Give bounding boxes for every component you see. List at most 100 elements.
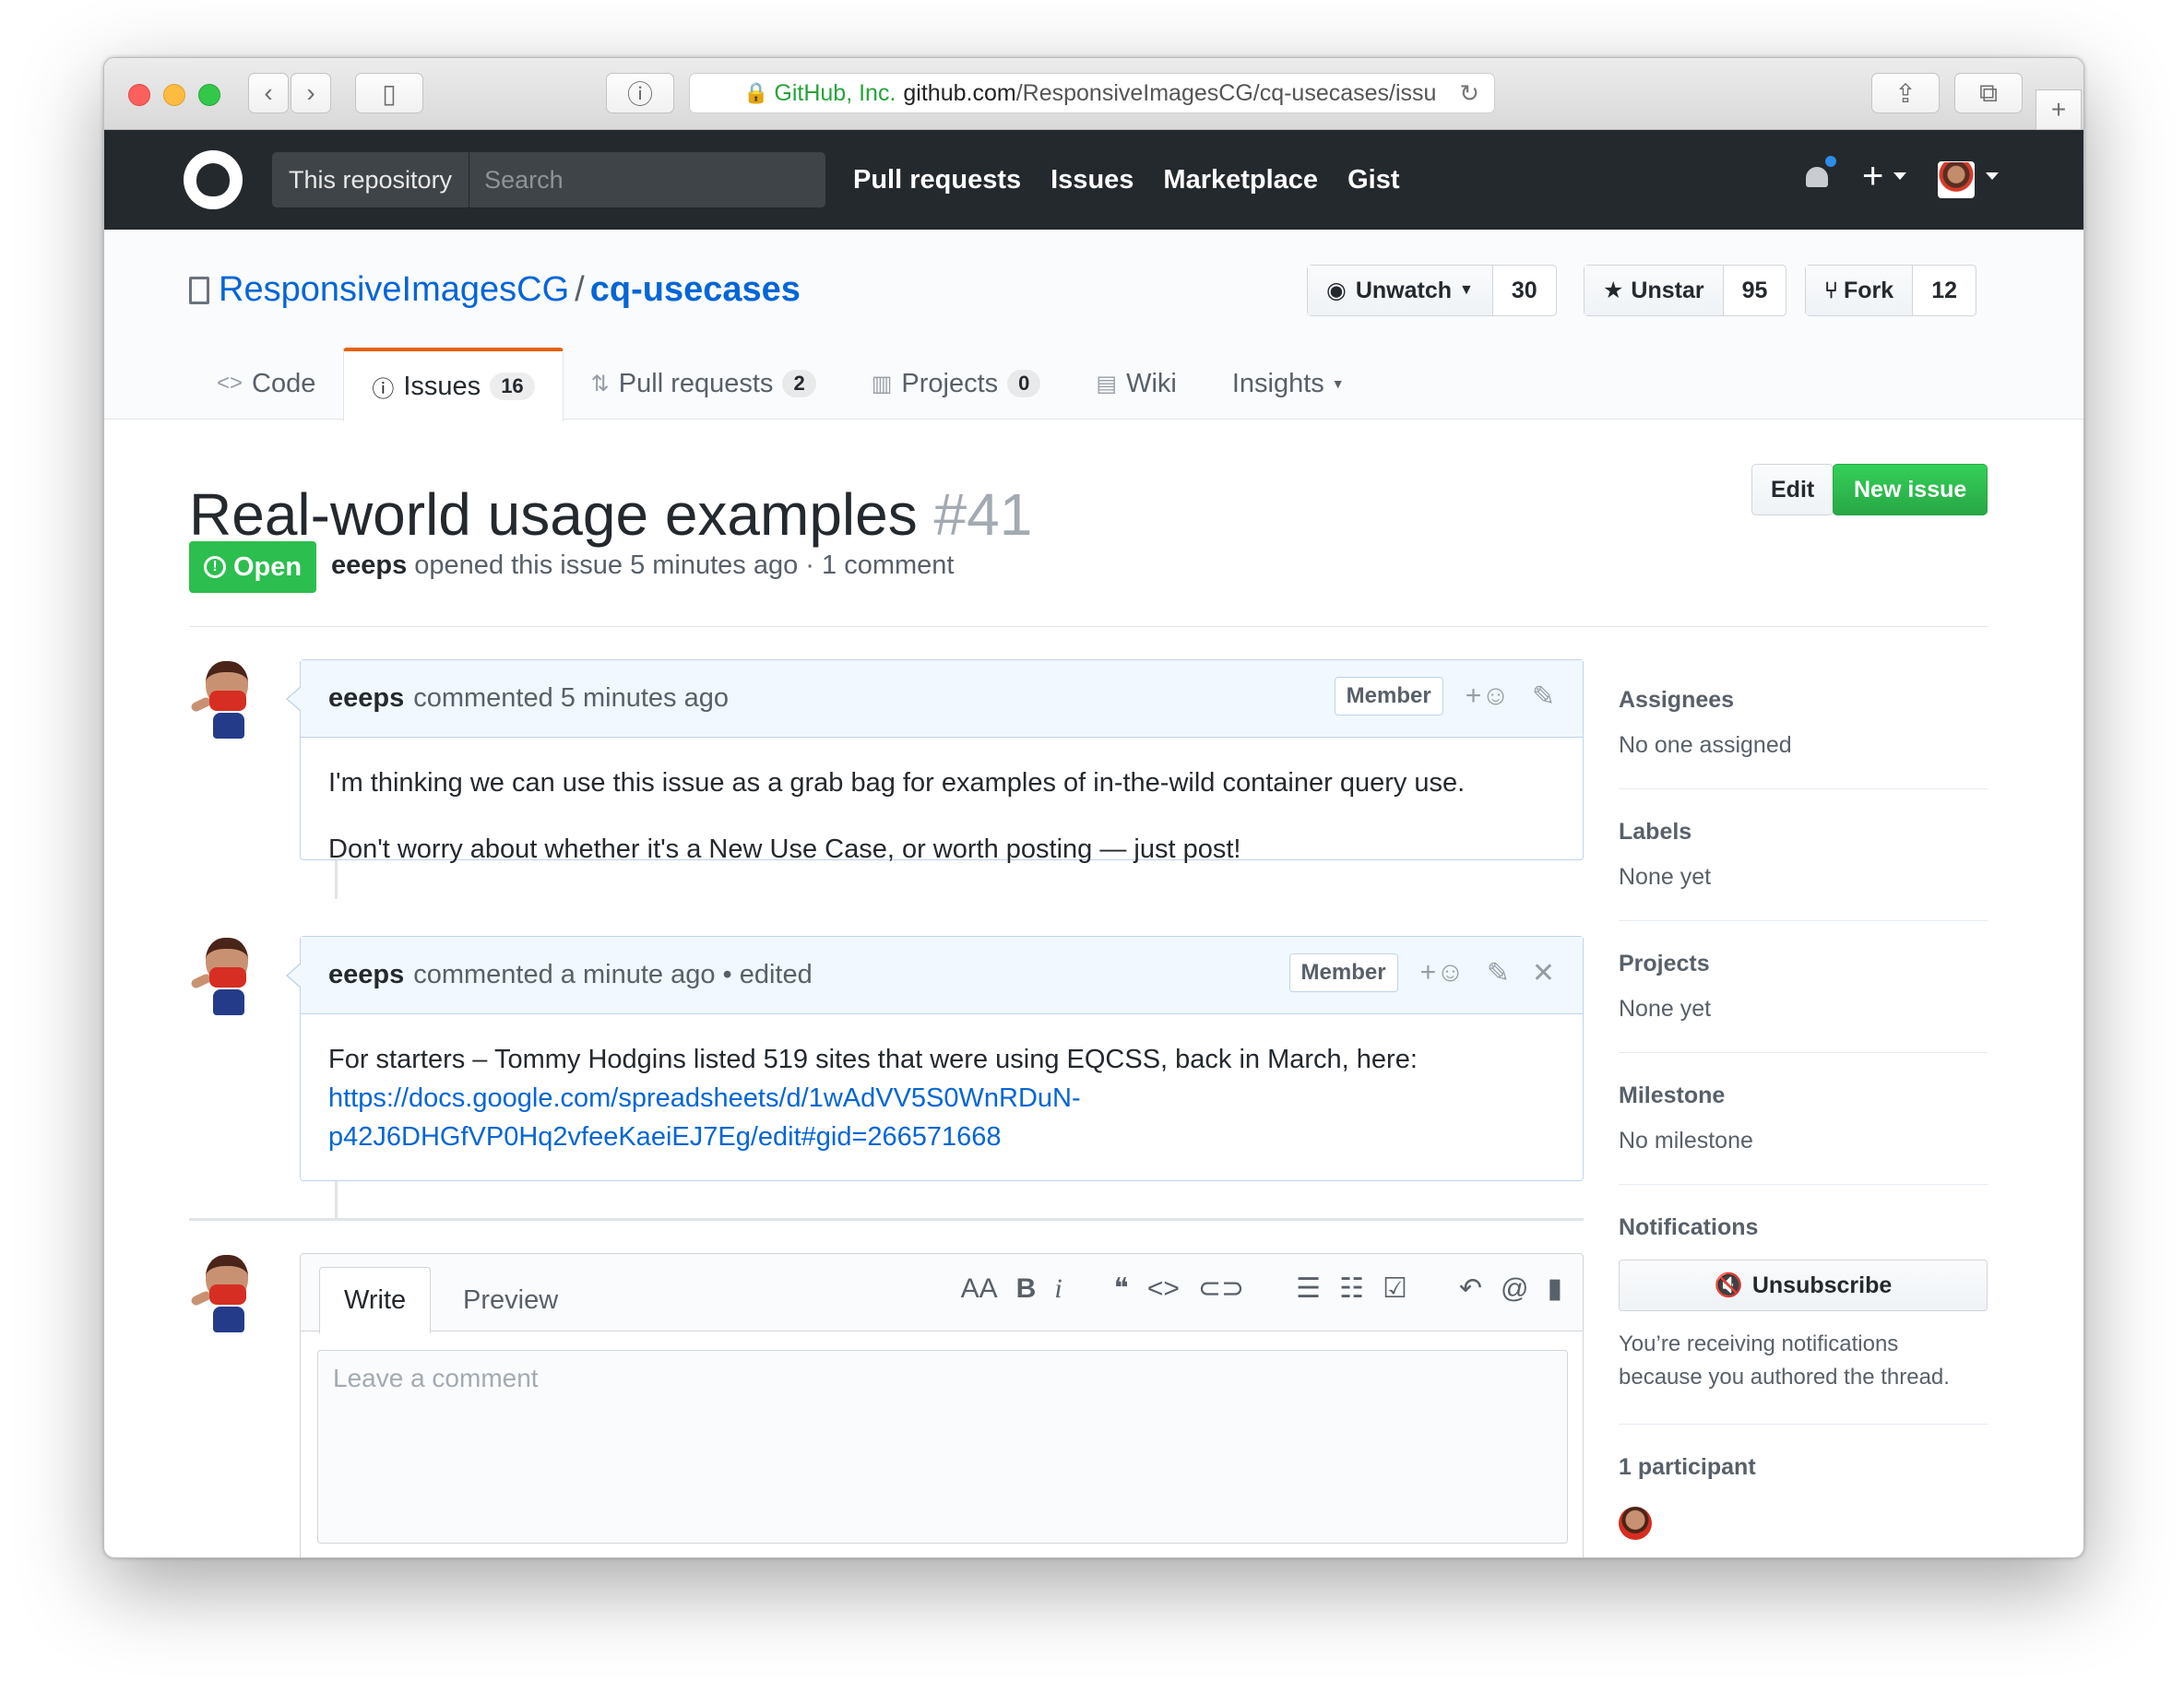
search-input[interactable]: Search — [469, 152, 578, 207]
ordered-list-icon[interactable]: ☷ — [1339, 1272, 1364, 1305]
mention-icon[interactable]: @ — [1501, 1273, 1528, 1305]
search-scope[interactable]: This repository Search — [272, 152, 825, 207]
comment-header: eeeps commented 5 minutes ago Member +☺ ✎ — [301, 660, 1583, 738]
issue-number: #41 — [933, 481, 1033, 548]
repo-title: ResponsiveImagesCG / cq-usecases — [189, 270, 801, 310]
unread-indicator — [1823, 154, 1838, 169]
nav-gist[interactable]: Gist — [1347, 165, 1399, 195]
comment-actions: Member +☺ ✎ ✕ — [1288, 953, 1555, 992]
nav-marketplace[interactable]: Marketplace — [1163, 165, 1318, 195]
unstar-button[interactable]: ★ Unstar — [1585, 266, 1724, 315]
bookmark-icon[interactable]: ▮ — [1547, 1272, 1562, 1305]
tab-label: Wiki — [1126, 368, 1177, 398]
zoom-window-button[interactable] — [198, 84, 220, 106]
repo-owner-link[interactable]: ResponsiveImagesCG — [219, 270, 569, 309]
participants-heading: 1 participant — [1619, 1454, 1756, 1480]
lock-icon: 🔒 — [743, 81, 769, 104]
issue-author-link[interactable]: eeeps — [331, 550, 407, 580]
comment-paragraph: I'm thinking we can use this issue as a … — [328, 768, 1466, 798]
tab-code[interactable]: <> Code — [189, 348, 343, 420]
sidebar-assignees: Assignees No one assigned — [1619, 672, 1988, 789]
sidebar-toggle-button[interactable]: ▯ — [355, 73, 423, 113]
heading-icon[interactable]: AA — [961, 1273, 998, 1305]
close-window-button[interactable] — [128, 84, 150, 106]
add-reaction-icon[interactable]: +☺ — [1466, 680, 1510, 712]
tab-wiki[interactable]: ▤ Wiki — [1068, 348, 1204, 420]
caret-down-icon: ▼ — [1331, 376, 1345, 391]
write-tab[interactable]: Write — [319, 1267, 432, 1333]
add-reaction-icon[interactable]: +☺ — [1420, 957, 1465, 988]
fork-button[interactable]: ⑂ Fork — [1806, 266, 1914, 315]
tab-issues[interactable]: ⓘ Issues 16 — [343, 348, 564, 421]
sidebar-labels: Labels None yet — [1619, 789, 1988, 921]
back-button[interactable]: ‹ — [248, 73, 289, 113]
unwatch-button[interactable]: ◉ Unwatch ▼ — [1308, 266, 1493, 315]
reload-icon[interactable]: ↻ — [1459, 79, 1479, 108]
tabs-icon: ⧉ — [1979, 77, 1998, 107]
spreadsheet-link[interactable]: https://docs.google.com/spreadsheets/d/1… — [328, 1083, 1081, 1152]
avatar[interactable] — [189, 936, 267, 1017]
participant-avatar[interactable] — [1619, 1507, 1652, 1540]
edit-title-button[interactable]: Edit — [1751, 464, 1834, 515]
unsubscribe-button[interactable]: 🔇 Unsubscribe — [1619, 1260, 1988, 1311]
nav-pull-requests[interactable]: Pull requests — [853, 165, 1021, 195]
info-icon: ⓘ — [626, 80, 653, 109]
italic-icon[interactable]: i — [1054, 1273, 1062, 1305]
comment-body: For starters – Tommy Hodgins listed 519 … — [301, 1014, 1583, 1182]
watchers-count[interactable]: 30 — [1493, 266, 1556, 315]
url-path: /ResponsiveImagesCG/cq-usecases/issu — [1015, 79, 1437, 106]
edited-indicator[interactable]: • edited — [722, 960, 812, 990]
quote-icon[interactable]: ❝ — [1114, 1272, 1129, 1305]
notifications-heading: Notifications — [1619, 1214, 1759, 1240]
tab-label: Pull requests — [618, 368, 774, 398]
repo-forked-icon: ⑂ — [1824, 277, 1839, 303]
close-icon[interactable]: ✕ — [1532, 957, 1555, 989]
tab-pull-requests[interactable]: ⇅ Pull requests 2 — [564, 348, 844, 420]
preview-tab[interactable]: Preview — [439, 1267, 582, 1333]
link-icon[interactable]: ⊂⊃ — [1198, 1272, 1244, 1305]
tabs-overview-button[interactable]: ⧉ — [1954, 73, 2023, 113]
chevron-left-icon: ‹ — [264, 78, 273, 107]
github-logo-icon[interactable] — [184, 150, 243, 209]
pencil-icon[interactable]: ✎ — [1487, 957, 1510, 989]
forward-button[interactable]: › — [291, 73, 331, 113]
comment-author-link[interactable]: eeeps — [328, 683, 404, 714]
stargazers-count[interactable]: 95 — [1724, 266, 1786, 315]
address-bar[interactable]: 🔒 GitHub, Inc. github.com /ResponsiveIma… — [689, 73, 1495, 113]
forks-count[interactable]: 12 — [1913, 266, 1976, 315]
new-tab-button[interactable]: + — [2036, 89, 2082, 130]
projects-heading[interactable]: Projects — [1619, 951, 1988, 977]
notifications-bell-icon[interactable] — [1803, 154, 1838, 193]
sidebar-icon: ▯ — [382, 78, 397, 108]
avatar[interactable] — [189, 659, 267, 740]
comment-text: For starters – Tommy Hodgins listed 519 … — [328, 1045, 1418, 1074]
chevron-right-icon: › — [306, 78, 315, 107]
password-button[interactable]: ⓘ — [606, 73, 674, 113]
bold-icon[interactable]: B — [1016, 1273, 1037, 1305]
member-badge: Member — [1288, 953, 1398, 992]
comment-timestamp[interactable]: commented 5 minutes ago — [413, 683, 729, 714]
tab-insights[interactable]: Insights ▼ — [1205, 348, 1372, 420]
task-list-icon[interactable]: ☑ — [1383, 1272, 1407, 1305]
browser-toolbar: ‹ › ▯ ⓘ 🔒 GitHub, Inc. github.com /Respo… — [104, 58, 2083, 130]
comment-timestamp[interactable]: commented a minute ago — [413, 960, 715, 990]
code-icon[interactable]: <> — [1147, 1273, 1180, 1305]
issue-state-badge: ! Open — [189, 541, 317, 593]
user-avatar[interactable] — [1938, 161, 1975, 198]
create-new-button[interactable]: + — [1862, 156, 1883, 197]
share-button[interactable]: ⇪ — [1871, 73, 1940, 113]
tab-projects[interactable]: ▥ Projects 0 — [844, 348, 1069, 420]
reply-icon[interactable]: ↶ — [1459, 1272, 1482, 1305]
labels-heading[interactable]: Labels — [1619, 819, 1988, 846]
eye-icon: ◉ — [1326, 278, 1347, 303]
milestone-heading[interactable]: Milestone — [1619, 1083, 1988, 1109]
pencil-icon[interactable]: ✎ — [1532, 680, 1555, 713]
minimize-window-button[interactable] — [163, 84, 185, 106]
nav-issues[interactable]: Issues — [1050, 165, 1134, 195]
unordered-list-icon[interactable]: ☰ — [1296, 1272, 1321, 1305]
comment-author-link[interactable]: eeeps — [328, 960, 404, 990]
comment-textarea[interactable]: Leave a comment — [317, 1350, 1568, 1544]
new-issue-button[interactable]: New issue — [1833, 464, 1988, 515]
repo-name-link[interactable]: cq-usecases — [590, 270, 801, 309]
assignees-heading[interactable]: Assignees — [1619, 687, 1988, 714]
